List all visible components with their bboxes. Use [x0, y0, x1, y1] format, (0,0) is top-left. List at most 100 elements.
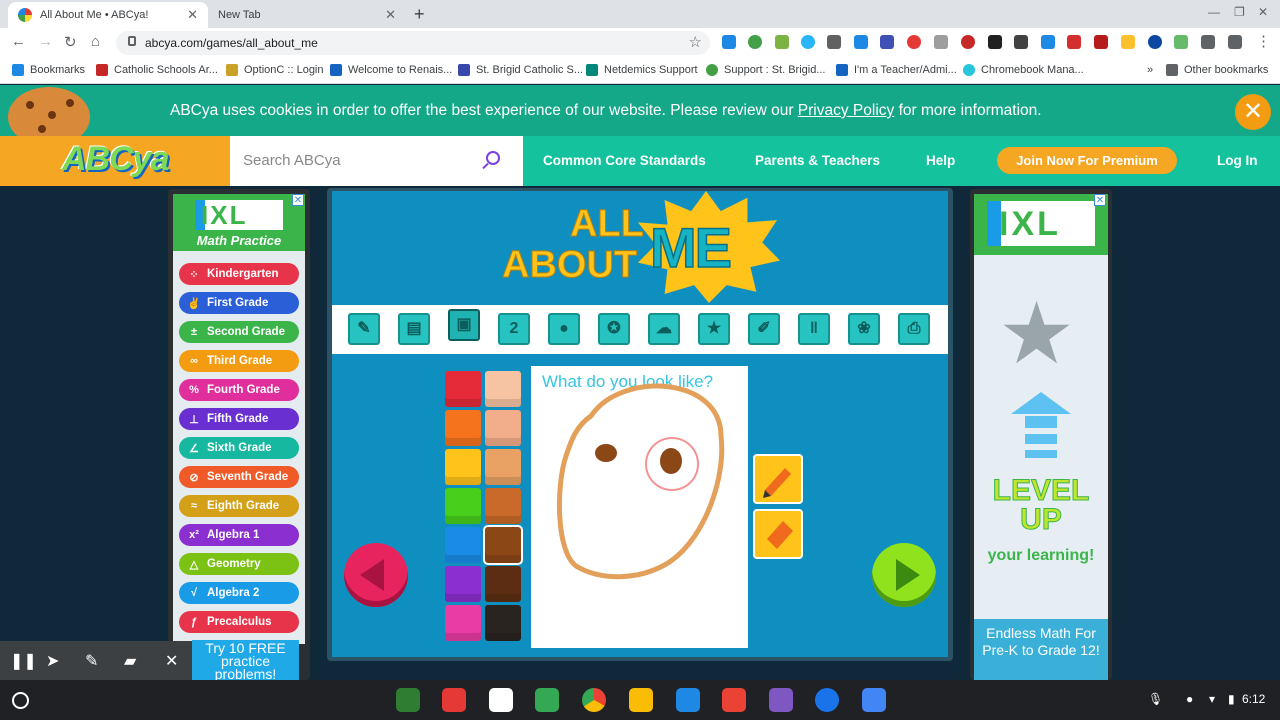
- grade-link[interactable]: ∞ Third Grade: [179, 350, 299, 372]
- next-arrow-button[interactable]: [872, 543, 936, 607]
- close-window-icon[interactable]: ✕: [1258, 5, 1268, 19]
- nav-parents-teachers[interactable]: Parents & Teachers: [755, 153, 880, 168]
- extensions-puzzle-icon[interactable]: [1201, 35, 1215, 49]
- search-box[interactable]: Search ABCya: [230, 136, 523, 186]
- extension-qr-icon[interactable]: [988, 35, 1002, 49]
- bookmark-star-icon[interactable]: ☆: [689, 33, 702, 51]
- cookie-close-button[interactable]: ✕: [1235, 94, 1271, 130]
- pencil-tool-button[interactable]: [753, 454, 803, 504]
- drawing-canvas[interactable]: What do you look like?: [531, 366, 748, 648]
- bookmark-item[interactable]: Support : St. Brigid...: [706, 64, 826, 76]
- reload-icon[interactable]: ↻: [64, 33, 77, 51]
- bookmark-item[interactable]: OptionC :: Login: [226, 64, 324, 76]
- color-swatch[interactable]: [445, 371, 481, 407]
- bookmark-item[interactable]: St. Brigid Catholic S...: [458, 64, 583, 76]
- pen-icon[interactable]: ✎: [85, 651, 98, 671]
- files-icon[interactable]: [815, 688, 839, 712]
- classroom-icon[interactable]: [396, 688, 420, 712]
- portrait-icon[interactable]: ▣: [448, 309, 480, 341]
- grade-link[interactable]: ≈ Eighth Grade: [179, 495, 299, 517]
- extension-classroom-icon[interactable]: [775, 35, 789, 49]
- bookmark-item[interactable]: Bookmarks: [12, 64, 85, 76]
- bookmark-item[interactable]: I'm a Teacher/Admi...: [836, 64, 957, 76]
- color-swatch[interactable]: [445, 527, 481, 563]
- grade-link[interactable]: ± Second Grade: [179, 321, 299, 343]
- bookmark-item[interactable]: Catholic Schools Ar...: [96, 64, 218, 76]
- color-swatch[interactable]: [485, 371, 521, 407]
- extension-dark-icon[interactable]: [1148, 35, 1162, 49]
- paw-icon[interactable]: ❀: [848, 313, 880, 345]
- drive-icon[interactable]: [676, 688, 700, 712]
- grade-link[interactable]: √ Algebra 2: [179, 582, 299, 604]
- extension-shield-icon[interactable]: [827, 35, 841, 49]
- back-arrow-button[interactable]: [344, 543, 408, 607]
- search-input[interactable]: Search ABCya: [243, 152, 341, 169]
- pencil-icon[interactable]: ✎: [348, 313, 380, 345]
- wifi-icon[interactable]: ▾: [1209, 692, 1215, 706]
- pause-icon[interactable]: ❚❚: [10, 651, 37, 671]
- clock[interactable]: 6:12: [1242, 692, 1265, 706]
- number-two-icon[interactable]: 2: [498, 313, 530, 345]
- apple-icon[interactable]: ●: [548, 313, 580, 345]
- color-swatch[interactable]: [445, 488, 481, 524]
- color-swatch[interactable]: [485, 410, 521, 446]
- back-arrow-icon[interactable]: ←: [11, 33, 26, 50]
- color-swatch[interactable]: [445, 410, 481, 446]
- grade-link[interactable]: x² Algebra 1: [179, 524, 299, 546]
- utensils-icon[interactable]: ǁ: [798, 313, 830, 345]
- login-link[interactable]: Log In: [1217, 153, 1258, 168]
- battery-icon[interactable]: ▮: [1228, 692, 1235, 706]
- play-store-icon[interactable]: [535, 688, 559, 712]
- bookmark-item[interactable]: Chromebook Mana...: [963, 64, 1084, 76]
- other-bookmarks[interactable]: Other bookmarks: [1166, 64, 1268, 76]
- grade-link[interactable]: ⊥ Fifth Grade: [179, 408, 299, 430]
- extension-circle-icon[interactable]: [801, 35, 815, 49]
- extension-hand-icon[interactable]: [1121, 35, 1135, 49]
- grade-link[interactable]: % Fourth Grade: [179, 379, 299, 401]
- stack-icon[interactable]: ▤: [398, 313, 430, 345]
- join-premium-button[interactable]: Join Now For Premium: [997, 147, 1177, 174]
- extension-drive-icon[interactable]: [722, 35, 736, 49]
- extension-red-icon[interactable]: [1067, 35, 1081, 49]
- extension-blue-icon[interactable]: [1041, 35, 1055, 49]
- color-swatch[interactable]: [485, 488, 521, 524]
- notification-icon[interactable]: ●: [1186, 692, 1193, 706]
- right-ad[interactable]: IXL ✕ ★ LEVEL UP your learning! Endless …: [970, 189, 1112, 680]
- tab-active[interactable]: All About Me • ABCya! ✕: [8, 2, 208, 28]
- gmail-icon[interactable]: [722, 688, 746, 712]
- nav-common-core[interactable]: Common Core Standards: [543, 153, 706, 168]
- abcya-logo[interactable]: ABCya: [62, 140, 169, 179]
- color-swatch[interactable]: [485, 566, 521, 602]
- nav-help[interactable]: Help: [926, 153, 955, 168]
- pencil-icon[interactable]: ✐: [748, 313, 780, 345]
- star-icon[interactable]: ★: [698, 313, 730, 345]
- grade-link[interactable]: ⁘ Kindergarten: [179, 263, 299, 285]
- close-tab-icon[interactable]: ✕: [187, 7, 198, 23]
- slides-icon[interactable]: [629, 688, 653, 712]
- bookmark-item[interactable]: Welcome to Renais...: [330, 64, 452, 76]
- eraser-tool-button[interactable]: [753, 509, 803, 559]
- color-swatch[interactable]: [445, 566, 481, 602]
- forward-arrow-icon[interactable]: →: [38, 33, 53, 50]
- calendar-icon[interactable]: [489, 688, 513, 712]
- grade-link[interactable]: ∠ Sixth Grade: [179, 437, 299, 459]
- extension-record-icon[interactable]: [907, 35, 921, 49]
- extension-screenshot-icon[interactable]: [1014, 35, 1028, 49]
- address-bar[interactable]: abcya.com/games/all_about_me ☆: [116, 31, 710, 55]
- color-swatch[interactable]: [485, 605, 521, 641]
- home-icon[interactable]: ⌂: [91, 33, 100, 50]
- extension-badge-icon[interactable]: [854, 35, 868, 49]
- microphone-icon[interactable]: 🎙: [1148, 692, 1163, 706]
- grade-link[interactable]: ✌ First Grade: [179, 292, 299, 314]
- docs-icon[interactable]: [862, 688, 886, 712]
- launcher-icon[interactable]: [12, 692, 29, 709]
- grade-link[interactable]: ⊘ Seventh Grade: [179, 466, 299, 488]
- highlighter-icon[interactable]: ▰: [124, 651, 136, 671]
- grade-link[interactable]: ƒ Precalculus: [179, 611, 299, 633]
- youtube-icon[interactable]: [442, 688, 466, 712]
- extension-arrow-icon[interactable]: [934, 35, 948, 49]
- extension-green-icon[interactable]: [1174, 35, 1188, 49]
- new-tab-icon[interactable]: +: [414, 4, 425, 25]
- forms-icon[interactable]: [769, 688, 793, 712]
- minimize-icon[interactable]: —: [1208, 5, 1220, 19]
